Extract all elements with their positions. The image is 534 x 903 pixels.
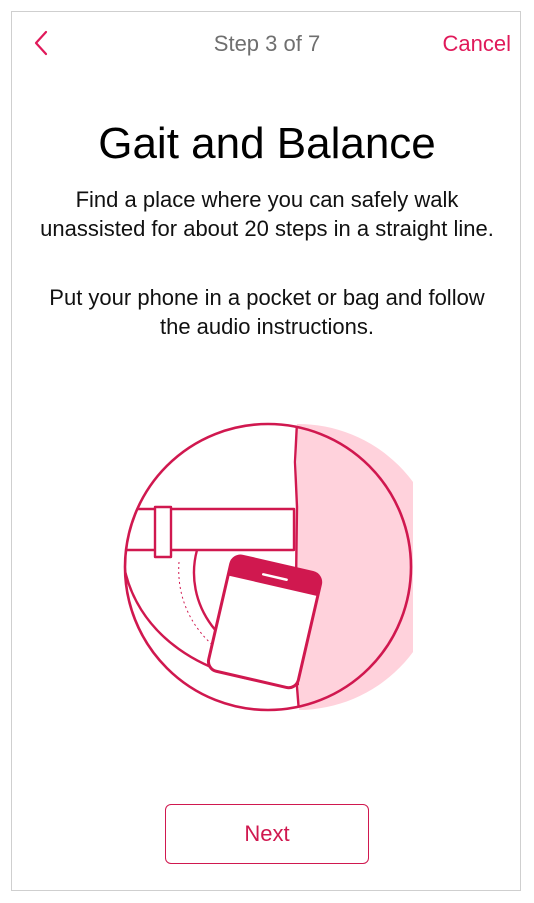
app-screen: Step 3 of 7 Cancel Gait and Balance Find… bbox=[11, 11, 521, 891]
cancel-button[interactable]: Cancel bbox=[443, 31, 511, 57]
instruction-text: Find a place where you can safely walk u… bbox=[40, 187, 494, 241]
navigation-bar: Step 3 of 7 Cancel bbox=[12, 12, 522, 74]
audio-instruction-text: Put your phone in a pocket or bag and fo… bbox=[49, 285, 485, 339]
page-title: Gait and Balance bbox=[98, 119, 436, 168]
next-button[interactable]: Next bbox=[165, 804, 369, 864]
phone-in-pocket-illustration bbox=[123, 422, 413, 712]
pant-leg-shade bbox=[295, 423, 413, 710]
